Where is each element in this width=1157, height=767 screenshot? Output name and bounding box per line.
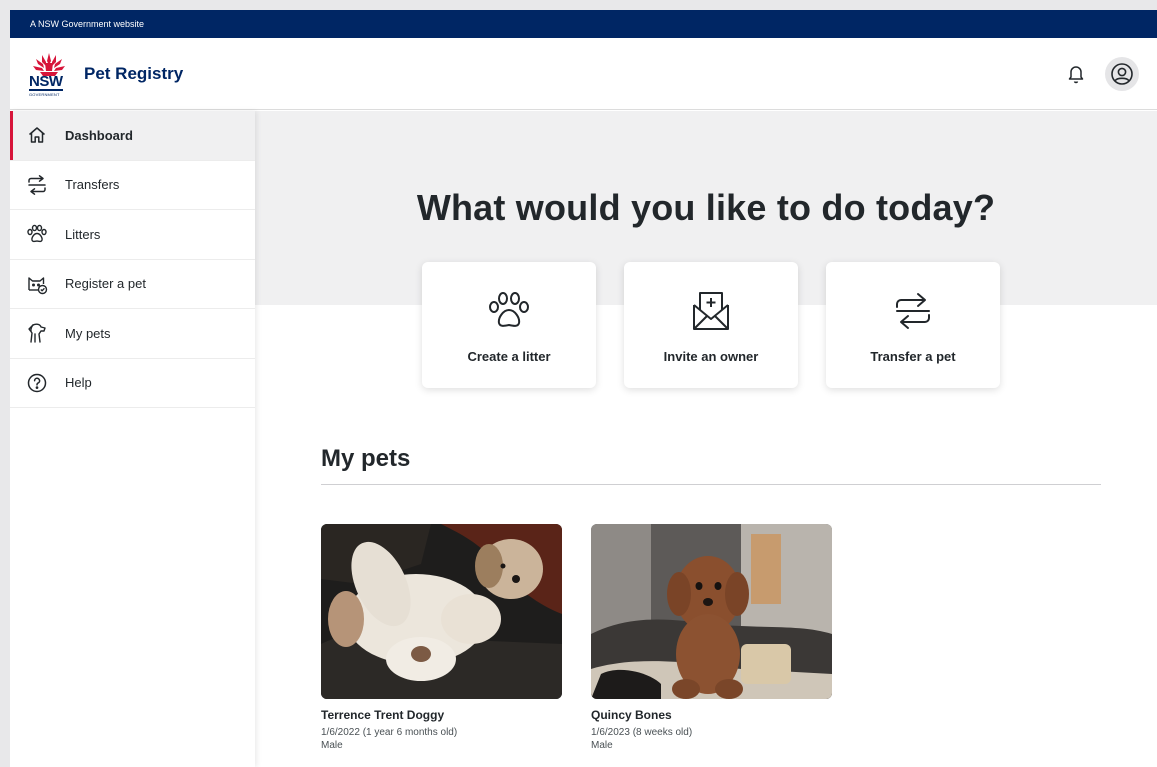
transfer-pet-button[interactable]: Transfer a pet bbox=[826, 262, 1000, 388]
sidebar-item-label: Help bbox=[65, 375, 92, 391]
header-actions bbox=[1063, 56, 1139, 91]
sidebar-item-label: Dashboard bbox=[65, 127, 133, 143]
invite-owner-label: Invite an owner bbox=[663, 349, 759, 364]
logo-nsw-text: NSW bbox=[29, 72, 63, 91]
user-account-button[interactable] bbox=[1105, 56, 1139, 91]
sidebar-item-label: My pets bbox=[65, 325, 111, 341]
page-layout: Dashboard Transfers Litters Register a p… bbox=[10, 111, 1157, 767]
sidebar-item-help[interactable]: Help bbox=[10, 359, 255, 408]
sidebar-item-my-pets[interactable]: My pets bbox=[10, 309, 255, 359]
notifications-button[interactable] bbox=[1063, 61, 1089, 87]
transfer-pet-label: Transfer a pet bbox=[870, 349, 956, 364]
gov-banner-text: A NSW Government website bbox=[30, 19, 145, 29]
app-title: Pet Registry bbox=[84, 63, 184, 83]
pet-name: Quincy Bones bbox=[591, 708, 672, 722]
pet-photo bbox=[321, 524, 562, 699]
gov-banner: A NSW Government website bbox=[10, 10, 1157, 38]
home-icon bbox=[26, 124, 48, 146]
pet-card[interactable]: Quincy Bones 1/6/2023 (8 weeks old) Male bbox=[591, 524, 832, 752]
sidebar-item-litters[interactable]: Litters bbox=[10, 210, 255, 260]
nsw-waratah-logo: NSW GOVERNMENT bbox=[28, 51, 70, 97]
pet-dob: 1/6/2023 (8 weeks old) bbox=[591, 727, 693, 738]
sidebar-item-dashboard[interactable]: Dashboard bbox=[10, 111, 255, 161]
transfer-icon bbox=[26, 174, 48, 196]
help-icon bbox=[26, 372, 48, 394]
sidebar-item-label: Register a pet bbox=[65, 276, 146, 292]
transfer-icon bbox=[891, 289, 935, 333]
page-title: What would you like to do today? bbox=[416, 187, 996, 228]
sidebar-item-transfers[interactable]: Transfers bbox=[10, 161, 255, 210]
paw-icon bbox=[487, 289, 531, 333]
sidebar-nav: Dashboard Transfers Litters Register a p… bbox=[10, 111, 255, 767]
create-litter-button[interactable]: Create a litter bbox=[422, 262, 596, 388]
cat-register-icon bbox=[26, 273, 48, 295]
quick-actions: Create a litter Invite an owner Transfer… bbox=[422, 262, 1000, 388]
sidebar-item-label: Transfers bbox=[65, 177, 120, 193]
sidebar-item-label: Litters bbox=[65, 226, 101, 242]
brand[interactable]: NSW GOVERNMENT Pet Registry bbox=[28, 51, 183, 97]
pet-card[interactable]: Terrence Trent Doggy 1/6/2022 (1 year 6 … bbox=[321, 524, 562, 752]
dog-icon bbox=[26, 322, 48, 344]
section-divider bbox=[321, 484, 1101, 485]
pet-sex: Male bbox=[591, 740, 613, 751]
main-content: What would you like to do today? Create … bbox=[255, 111, 1157, 767]
my-pets-heading: My pets bbox=[321, 445, 411, 472]
user-icon bbox=[1111, 62, 1133, 85]
pet-list: Terrence Trent Doggy 1/6/2022 (1 year 6 … bbox=[321, 524, 832, 752]
bell-icon bbox=[1068, 65, 1084, 83]
envelope-plus-icon bbox=[689, 289, 733, 333]
invite-owner-button[interactable]: Invite an owner bbox=[624, 262, 798, 388]
logo-government-text: GOVERNMENT bbox=[29, 91, 60, 97]
site-header: NSW GOVERNMENT Pet Registry bbox=[10, 38, 1157, 110]
sidebar-item-register-pet[interactable]: Register a pet bbox=[10, 260, 255, 309]
create-litter-label: Create a litter bbox=[467, 349, 551, 364]
pet-name: Terrence Trent Doggy bbox=[321, 708, 445, 722]
pet-dob: 1/6/2022 (1 year 6 months old) bbox=[321, 727, 458, 738]
pet-photo bbox=[591, 524, 832, 699]
paw-icon bbox=[26, 223, 48, 245]
pet-sex: Male bbox=[321, 740, 343, 751]
browser-frame: A NSW Government website NSW GOVERNMENT … bbox=[10, 10, 1157, 767]
